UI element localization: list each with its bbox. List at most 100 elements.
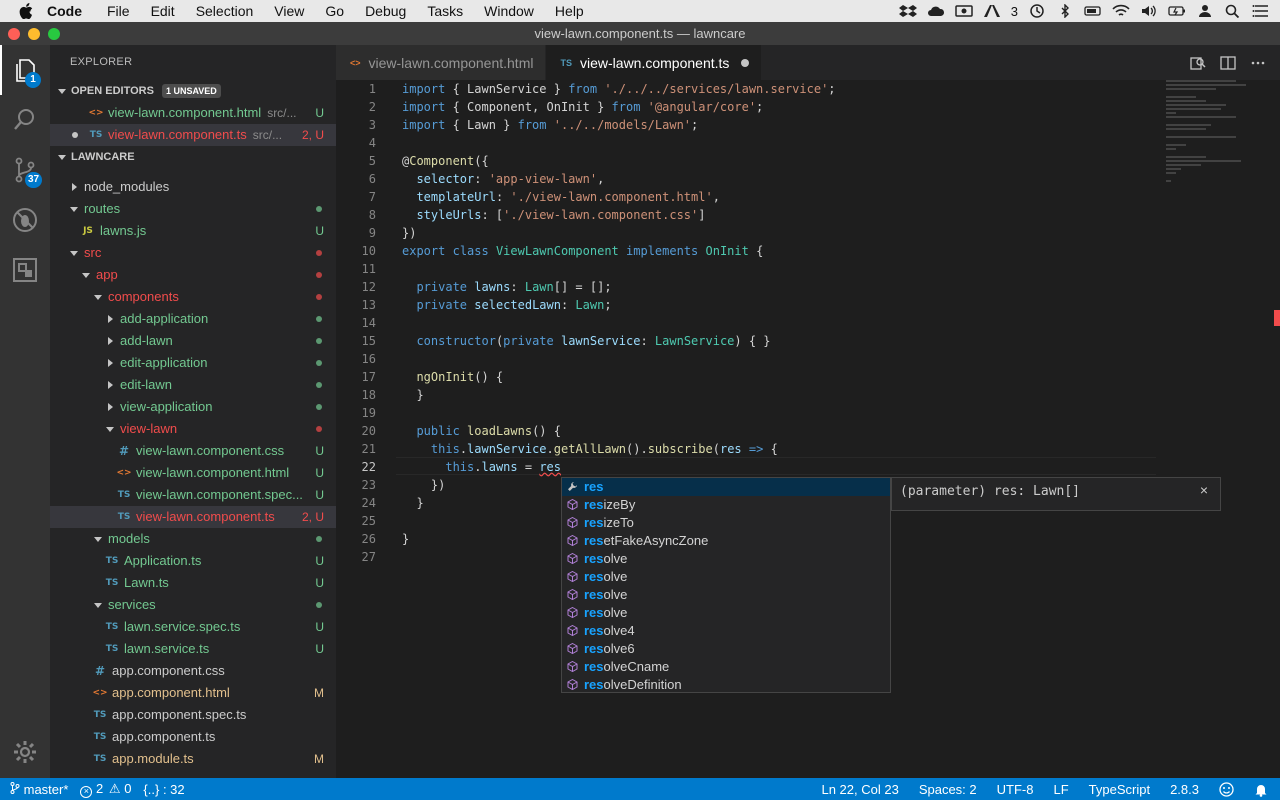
tree-item[interactable]: TS Lawn.ts U (50, 572, 336, 594)
tree-item[interactable]: TS app.module.ts M (50, 748, 336, 770)
suggest-item[interactable]: resolveCname (562, 658, 890, 676)
menu-tasks[interactable]: Tasks (427, 3, 463, 19)
extensions-activity[interactable] (0, 245, 50, 295)
indentation[interactable]: Spaces: 2 (919, 782, 977, 797)
bluetooth-icon[interactable] (1056, 4, 1074, 18)
tree-item[interactable]: # app.component.css (50, 660, 336, 682)
tree-item[interactable]: TS lawn.service.ts U (50, 638, 336, 660)
user-icon[interactable] (1196, 4, 1214, 18)
tree-item[interactable]: <> view-lawn.component.html U (50, 462, 336, 484)
tree-item[interactable]: TS view-lawn.component.spec... U (50, 484, 336, 506)
cloud-icon[interactable] (927, 4, 945, 18)
suggest-item[interactable]: resizeTo (562, 514, 890, 532)
chevron-down-icon[interactable] (68, 250, 80, 256)
menu-edit[interactable]: Edit (151, 3, 175, 19)
chevron-down-icon[interactable] (80, 272, 92, 278)
tree-item[interactable]: TS app.component.ts (50, 726, 336, 748)
tree-item[interactable]: view-lawn (50, 418, 336, 440)
tree-item[interactable]: models (50, 528, 336, 550)
notification-center-icon[interactable] (1252, 4, 1270, 18)
tree-item[interactable]: TS app.component.spec.ts (50, 704, 336, 726)
menu-debug[interactable]: Debug (365, 3, 406, 19)
adobe-icon[interactable] (983, 4, 1001, 18)
chevron-down-icon[interactable] (92, 602, 104, 608)
tree-item[interactable]: add-application (50, 308, 336, 330)
tree-item[interactable]: <> app.component.html M (50, 682, 336, 704)
tree-item[interactable]: add-lawn (50, 330, 336, 352)
wifi-icon[interactable] (1112, 4, 1130, 18)
menu-file[interactable]: File (107, 3, 130, 19)
tree-item[interactable]: node_modules (50, 176, 336, 198)
feedback-smiley-icon[interactable] (1219, 781, 1234, 797)
battery-menu-icon[interactable] (1084, 4, 1102, 18)
problems-status[interactable]: × 2 ⚠ 0 (80, 781, 131, 798)
screen-record-icon[interactable] (955, 4, 973, 18)
suggest-item[interactable]: resizeBy (562, 496, 890, 514)
menu-view[interactable]: View (274, 3, 304, 19)
tree-item[interactable]: TS view-lawn.component.ts 2, U (50, 506, 336, 528)
tree-item[interactable]: services (50, 594, 336, 616)
open-editor-item[interactable]: TS view-lawn.component.ts src/... 2, U (50, 124, 336, 146)
suggest-item[interactable]: resolveDefinition (562, 676, 890, 694)
chevron-right-icon[interactable] (104, 337, 116, 345)
suggest-item[interactable]: resolve (562, 604, 890, 622)
volume-icon[interactable] (1140, 4, 1158, 18)
unsaved-dot-icon[interactable] (72, 132, 78, 138)
end-of-line[interactable]: LF (1053, 782, 1068, 797)
chevron-down-icon[interactable] (92, 294, 104, 300)
tree-item[interactable]: edit-application (50, 352, 336, 374)
time-machine-icon[interactable] (1028, 4, 1046, 18)
suggest-item[interactable]: resetFakeAsyncZone (562, 532, 890, 550)
menu-help[interactable]: Help (555, 3, 584, 19)
more-actions-icon[interactable] (1250, 55, 1266, 71)
suggest-item[interactable]: resolve (562, 586, 890, 604)
braces-status[interactable]: {..} : 32 (143, 782, 184, 797)
suggest-item[interactable]: resolve4 (562, 622, 890, 640)
close-icon[interactable]: × (1200, 482, 1208, 498)
menu-selection[interactable]: Selection (196, 3, 254, 19)
apple-icon[interactable] (19, 3, 33, 19)
chevron-down-icon[interactable] (92, 536, 104, 542)
cursor-position[interactable]: Ln 22, Col 23 (821, 782, 898, 797)
tree-item[interactable]: src (50, 242, 336, 264)
battery-icon[interactable] (1168, 4, 1186, 18)
tree-item[interactable]: components (50, 286, 336, 308)
chevron-down-icon[interactable] (104, 426, 116, 432)
close-window-button[interactable] (8, 28, 20, 40)
tree-item[interactable]: app (50, 264, 336, 286)
menu-app[interactable]: Code (47, 3, 82, 19)
chevron-right-icon[interactable] (104, 381, 116, 389)
suggest-item[interactable]: resolve6 (562, 640, 890, 658)
suggest-item[interactable]: resolve (562, 550, 890, 568)
suggest-item[interactable]: resolve (562, 568, 890, 586)
bell-icon[interactable] (1254, 782, 1268, 797)
menu-go[interactable]: Go (325, 3, 344, 19)
tree-item[interactable]: JS lawns.js U (50, 220, 336, 242)
spotlight-icon[interactable] (1224, 4, 1242, 18)
explorer-activity[interactable] (0, 45, 50, 95)
unsaved-dot-icon[interactable] (741, 58, 750, 67)
zoom-window-button[interactable] (48, 28, 60, 40)
open-editors-header[interactable]: OPEN EDITORS 1 UNSAVED (50, 80, 336, 102)
language-mode[interactable]: TypeScript (1089, 782, 1150, 797)
tab-html[interactable]: <> view-lawn.component.html (336, 45, 547, 80)
debug-activity[interactable] (0, 195, 50, 245)
chevron-right-icon[interactable] (68, 183, 80, 191)
split-editor-icon[interactable] (1220, 55, 1236, 71)
dropbox-icon[interactable] (898, 4, 917, 18)
suggest-item[interactable]: res (562, 478, 890, 496)
encoding[interactable]: UTF-8 (997, 782, 1034, 797)
project-header[interactable]: LAWNCARE (50, 146, 336, 168)
chevron-right-icon[interactable] (104, 315, 116, 323)
branch-status[interactable]: master* (10, 781, 68, 797)
minimize-window-button[interactable] (28, 28, 40, 40)
ts-version[interactable]: 2.8.3 (1170, 782, 1199, 797)
source-control-activity[interactable] (0, 145, 50, 195)
chevron-right-icon[interactable] (104, 359, 116, 367)
open-preview-icon[interactable] (1190, 55, 1206, 71)
menu-window[interactable]: Window (484, 3, 534, 19)
chevron-right-icon[interactable] (104, 403, 116, 411)
chevron-down-icon[interactable] (68, 206, 80, 212)
open-editor-item[interactable]: <> view-lawn.component.html src/... U (50, 102, 336, 124)
tree-item[interactable]: routes (50, 198, 336, 220)
